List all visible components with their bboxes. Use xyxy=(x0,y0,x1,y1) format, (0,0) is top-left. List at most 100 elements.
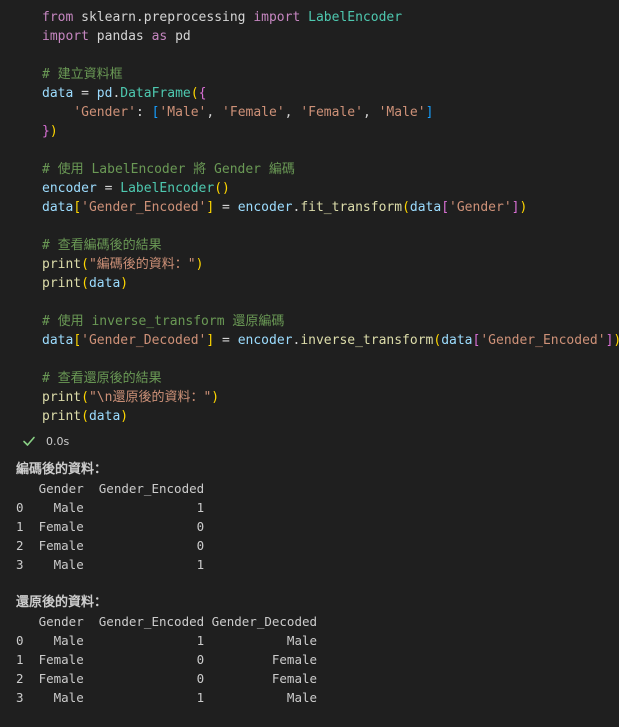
code-line[interactable] xyxy=(42,141,619,160)
code-token: data xyxy=(409,200,442,215)
code-token: # 使用 inverse_transform 還原編碼 xyxy=(42,314,285,329)
code-token: ] xyxy=(425,105,434,120)
code-token: fit_transform xyxy=(300,200,403,215)
code-token: # 建立資料框 xyxy=(42,67,123,82)
code-token: , xyxy=(206,105,223,120)
output-line: 0 Male 1 Male xyxy=(16,633,318,648)
code-token: data xyxy=(441,333,473,348)
code-token: encoder xyxy=(237,200,293,215)
code-token: "\n還原後的資料：" xyxy=(88,390,212,405)
code-token: 'Male' xyxy=(159,105,207,120)
output-line: 1 Female 0 xyxy=(16,519,205,534)
code-token: # 使用 LabelEncoder 將 Gender 編碼 xyxy=(42,162,295,177)
code-token: ) xyxy=(49,124,58,139)
notebook-cell: from sklearn.preprocessing import LabelE… xyxy=(0,0,619,727)
code-line[interactable]: data = pd.DataFrame({ xyxy=(42,84,619,103)
output-line: Gender Gender_Encoded xyxy=(16,481,205,496)
code-line[interactable]: # 查看編碼後的結果 xyxy=(42,236,619,255)
code-token: ) xyxy=(195,257,204,272)
code-line[interactable]: # 使用 inverse_transform 還原編碼 xyxy=(42,312,619,331)
code-token: 'Gender_Encoded' xyxy=(480,333,606,348)
code-token: , xyxy=(362,105,379,120)
code-token: encoder xyxy=(237,333,293,348)
code-line[interactable]: # 使用 LabelEncoder 將 Gender 編碼 xyxy=(42,160,619,179)
code-token: 'Gender' xyxy=(73,105,136,120)
code-token: ( xyxy=(81,276,89,291)
code-token: = xyxy=(214,200,238,215)
code-token: } xyxy=(42,124,50,139)
code-token: LabelEncoder xyxy=(120,181,215,196)
code-token: ) xyxy=(211,390,220,405)
code-token: # 查看還原後的結果 xyxy=(42,371,162,386)
code-editor[interactable]: from sklearn.preprocessing import LabelE… xyxy=(0,0,619,453)
code-token: data xyxy=(88,409,121,424)
code-token: ( xyxy=(190,86,199,101)
code-token: 'Male' xyxy=(378,105,426,120)
code-line[interactable] xyxy=(42,46,619,65)
code-line[interactable]: data['Gender_Encoded'] = encoder.fit_tra… xyxy=(42,198,619,217)
code-line[interactable]: import pandas as pd xyxy=(42,27,619,46)
code-token: pandas xyxy=(88,29,152,44)
output-line: Gender Gender_Encoded Gender_Decoded xyxy=(16,614,318,629)
code-line[interactable]: # 建立資料框 xyxy=(42,65,619,84)
code-line[interactable]: data['Gender_Decoded'] = encoder.inverse… xyxy=(42,331,619,350)
code-token: print xyxy=(42,257,82,272)
code-token: [ xyxy=(73,200,82,215)
code-token: [ xyxy=(441,200,450,215)
output-line: 2 Female 0 Female xyxy=(16,671,318,686)
code-token: inverse_transform xyxy=(300,333,434,348)
code-token: data xyxy=(42,200,74,215)
code-line[interactable]: # 查看還原後的結果 xyxy=(42,369,619,388)
code-token: print xyxy=(42,276,82,291)
code-token: [ xyxy=(73,333,82,348)
code-token: = xyxy=(73,86,97,101)
code-token: from xyxy=(42,10,74,25)
output-line: 0 Male 1 xyxy=(16,500,205,515)
code-token: 'Gender_Encoded' xyxy=(81,200,207,215)
code-line[interactable] xyxy=(42,293,619,312)
code-token: pd xyxy=(167,29,191,44)
code-token: 'Female' xyxy=(222,105,285,120)
code-line[interactable] xyxy=(42,217,619,236)
output-line: 2 Female 0 xyxy=(16,538,205,553)
code-line[interactable]: print("編碼後的資料：") xyxy=(42,255,619,274)
code-line[interactable]: print(data) xyxy=(42,274,619,293)
code-token: ) xyxy=(519,200,528,215)
code-token: ) xyxy=(120,276,129,291)
output-text: 編碼後的資料： Gender Gender_Encoded 0 Male 1 1 F… xyxy=(16,460,317,707)
code-token: ( xyxy=(81,257,89,272)
code-token: , xyxy=(284,105,301,120)
code-line[interactable]: print(data) xyxy=(42,407,619,426)
execution-time: 0.0s xyxy=(46,434,70,448)
code-token: : xyxy=(135,105,152,120)
code-block[interactable]: from sklearn.preprocessing import LabelE… xyxy=(42,8,619,426)
code-token: () xyxy=(214,181,230,196)
code-line[interactable] xyxy=(42,350,619,369)
output-heading: 還原後的資料： xyxy=(16,595,108,610)
code-token: pd xyxy=(96,86,113,101)
code-token: data xyxy=(42,333,74,348)
code-line[interactable]: print("\n還原後的資料：") xyxy=(42,388,619,407)
code-line[interactable]: from sklearn.preprocessing import LabelE… xyxy=(42,8,619,27)
check-icon xyxy=(23,436,35,446)
code-line[interactable]: encoder = LabelEncoder() xyxy=(42,179,619,198)
code-line[interactable]: }) xyxy=(42,122,619,141)
code-token: = xyxy=(96,181,121,196)
code-token: ( xyxy=(81,409,89,424)
code-token: ( xyxy=(81,390,89,405)
output-heading: 編碼後的資料： xyxy=(16,462,108,477)
cell-status: 0.0s xyxy=(22,432,69,450)
code-token: # 查看編碼後的結果 xyxy=(42,238,162,253)
output-line: 1 Female 0 Female xyxy=(16,652,318,667)
code-token: = xyxy=(214,333,238,348)
code-line[interactable]: 'Gender': ['Male', 'Female', 'Female', '… xyxy=(42,103,619,122)
code-token: { xyxy=(198,86,207,101)
cell-output: 編碼後的資料： Gender Gender_Encoded 0 Male 1 1 F… xyxy=(0,452,619,727)
code-token: as xyxy=(151,29,168,44)
code-token: ) xyxy=(120,409,129,424)
code-token: 'Gender_Decoded' xyxy=(81,333,207,348)
code-token: import xyxy=(42,29,89,44)
